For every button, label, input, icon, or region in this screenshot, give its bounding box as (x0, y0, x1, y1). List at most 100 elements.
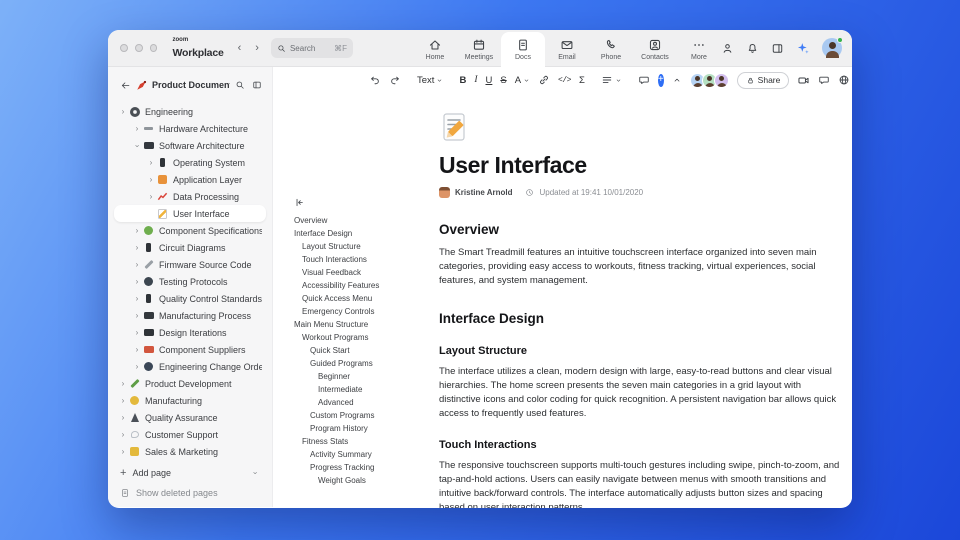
traffic-light-minimize[interactable] (134, 44, 143, 52)
collaborator-avatar[interactable] (713, 72, 729, 88)
chevron-right-icon[interactable]: › (118, 107, 128, 116)
chevron-right-icon[interactable]: › (132, 311, 142, 320)
outline-item-activity-summary[interactable]: Activity Summary (294, 448, 428, 461)
video-call-icon[interactable] (797, 74, 810, 87)
outline-item-workout-programs[interactable]: Workout Programs (294, 331, 428, 344)
code-block-button[interactable]: </> (558, 76, 571, 85)
outline-item-progress-tracking[interactable]: Progress Tracking (294, 461, 428, 474)
add-page-button[interactable]: + Add page › (114, 464, 266, 482)
tab-contacts[interactable]: Contacts (633, 32, 677, 66)
outline-item-fitness-stats[interactable]: Fitness Stats (294, 435, 428, 448)
outline-item-advanced[interactable]: Advanced (294, 396, 428, 409)
outline-item-intermediate[interactable]: Intermediate (294, 383, 428, 396)
chat-icon[interactable] (818, 74, 830, 86)
sidebar-item-manufacturing[interactable]: › Manufacturing (114, 392, 266, 409)
sidebar-item-circuit-diagrams[interactable]: › Circuit Diagrams (114, 239, 266, 256)
outline-item-emergency-controls[interactable]: Emergency Controls (294, 305, 428, 318)
sidebar-item-design-iterations[interactable]: › Design Iterations (114, 324, 266, 341)
sidebar-search-icon[interactable] (235, 80, 245, 90)
sidebar-item-component-suppliers[interactable]: › Component Suppliers (114, 341, 266, 358)
tab-home[interactable]: Home (413, 32, 457, 66)
chevron-right-icon[interactable]: › (132, 124, 142, 133)
outline-item-overview[interactable]: Overview (294, 214, 428, 227)
globe-icon[interactable] (838, 74, 850, 86)
chevron-right-icon[interactable]: › (118, 447, 128, 456)
tab-more[interactable]: More (677, 32, 721, 66)
sidebar-item-product-development[interactable]: › Product Development (114, 375, 266, 392)
sidebar-item-hardware-architecture[interactable]: › Hardware Architecture (114, 120, 266, 137)
outline-item-custom-programs[interactable]: Custom Programs (294, 409, 428, 422)
outline-item-interface-design[interactable]: Interface Design (294, 227, 428, 240)
sidebar-item-component-specifications[interactable]: › Component Specifications (114, 222, 266, 239)
sidebar-item-testing-protocols[interactable]: › Testing Protocols (114, 273, 266, 290)
formula-button[interactable]: Σ (579, 75, 585, 86)
sidebar-item-user-interface[interactable]: User Interface (114, 205, 266, 222)
sidebar-item-customer-support[interactable]: › Customer Support (114, 426, 266, 443)
chevron-down-icon[interactable]: › (133, 141, 142, 151)
bold-button[interactable]: B (459, 75, 466, 86)
sidebar-item-quality-control-standards[interactable]: › Quality Control Standards (114, 290, 266, 307)
outline-item-accessibility-features[interactable]: Accessibility Features (294, 279, 428, 292)
chevron-right-icon[interactable]: › (132, 277, 142, 286)
sidebar-item-data-processing[interactable]: › Data Processing (114, 188, 266, 205)
tab-phone[interactable]: Phone (589, 32, 633, 66)
chevron-right-icon[interactable]: › (118, 413, 128, 422)
chevron-right-icon[interactable]: › (132, 294, 142, 303)
outline-item-visual-feedback[interactable]: Visual Feedback (294, 266, 428, 279)
notifications-bell-icon[interactable] (746, 42, 759, 55)
chevron-right-icon[interactable]: › (132, 226, 142, 235)
sidebar-item-application-layer[interactable]: › Application Layer (114, 171, 266, 188)
tab-meetings[interactable]: Meetings (457, 32, 501, 66)
doc-paragraph[interactable]: The interface utilizes a clean, modern d… (439, 365, 843, 420)
chevron-right-icon[interactable]: › (146, 175, 156, 184)
profile-icon[interactable] (721, 42, 734, 55)
outline-item-quick-access-menu[interactable]: Quick Access Menu (294, 292, 428, 305)
sidebar-item-software-architecture[interactable]: › Software Architecture (114, 137, 266, 154)
show-deleted-pages-button[interactable]: Show deleted pages (114, 484, 266, 502)
text-color-dropdown[interactable]: A (515, 75, 530, 86)
chevron-right-icon[interactable]: › (118, 430, 128, 439)
panel-toggle-icon[interactable] (771, 42, 784, 55)
redo-icon[interactable] (389, 74, 401, 86)
underline-button[interactable]: U (485, 75, 492, 86)
global-search-input[interactable]: Search ⌘F (270, 38, 353, 58)
outline-item-quick-start[interactable]: Quick Start (294, 344, 428, 357)
user-avatar[interactable] (822, 37, 843, 58)
chevron-down-icon[interactable]: › (251, 468, 260, 478)
tab-email[interactable]: Email (545, 32, 589, 66)
sidebar-item-operating-system[interactable]: › Operating System (114, 154, 266, 171)
sidebar-item-sales-marketing[interactable]: › Sales & Marketing (114, 443, 266, 460)
ai-companion-icon[interactable] (796, 41, 810, 55)
comment-icon[interactable] (638, 74, 650, 86)
doc-title[interactable]: User Interface (439, 152, 843, 179)
traffic-light-close[interactable] (120, 44, 128, 52)
text-style-dropdown[interactable]: Text (417, 75, 443, 86)
sidebar-item-engineering-change-orders[interactable]: › Engineering Change Orders (114, 358, 266, 375)
nav-back-button[interactable]: ‹ (238, 42, 242, 54)
tab-docs[interactable]: Docs (500, 32, 545, 67)
outline-item-layout-structure[interactable]: Layout Structure (294, 240, 428, 253)
chevron-right-icon[interactable]: › (146, 192, 156, 201)
collapse-toolbar-icon[interactable] (672, 75, 682, 85)
chevron-right-icon[interactable]: › (132, 345, 142, 354)
chevron-right-icon[interactable]: › (146, 158, 156, 167)
outline-item-beginner[interactable]: Beginner (294, 370, 428, 383)
doc-paragraph[interactable]: The Smart Treadmill features an intuitiv… (439, 246, 843, 287)
outline-item-touch-interactions[interactable]: Touch Interactions (294, 253, 428, 266)
sidebar-item-quality-assurance[interactable]: › Quality Assurance (114, 409, 266, 426)
document-canvas[interactable]: User Interface Kristine Arnold Updated a… (439, 111, 843, 508)
chevron-right-icon[interactable]: › (132, 243, 142, 252)
add-block-button[interactable]: + (657, 73, 664, 87)
chevron-right-icon[interactable]: › (132, 328, 142, 337)
link-icon[interactable] (538, 74, 550, 86)
sidebar-item-manufacturing-process[interactable]: › Manufacturing Process (114, 307, 266, 324)
share-button[interactable]: Share (736, 71, 790, 89)
alignment-dropdown[interactable] (601, 74, 622, 86)
strikethrough-button[interactable]: S (500, 75, 506, 86)
outline-collapse-icon[interactable] (294, 197, 428, 208)
chevron-right-icon[interactable]: › (132, 362, 142, 371)
chevron-right-icon[interactable]: › (118, 379, 128, 388)
chevron-right-icon[interactable]: › (118, 396, 128, 405)
sidebar-item-engineering[interactable]: › Engineering (114, 103, 266, 120)
outline-item-program-history[interactable]: Program History (294, 422, 428, 435)
